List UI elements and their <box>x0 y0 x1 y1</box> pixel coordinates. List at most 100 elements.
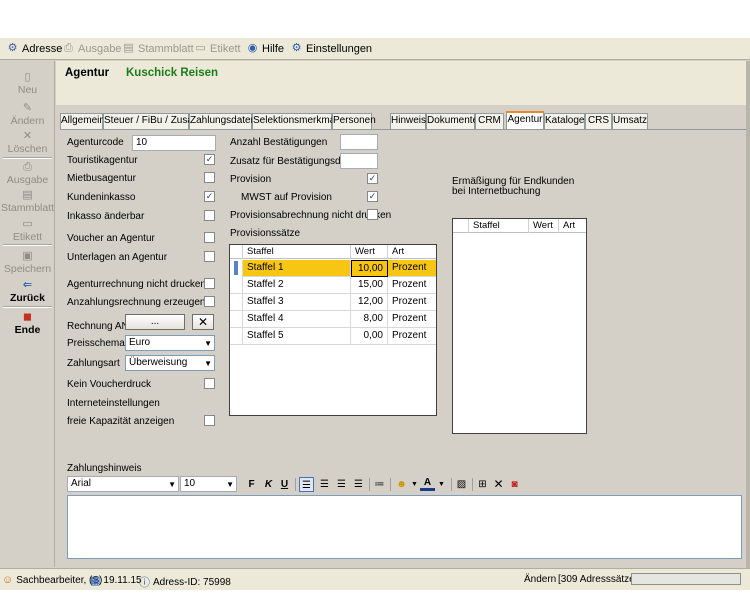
menu-ausgabe[interactable]: ⎙ Ausgabe <box>62 42 121 55</box>
cell-wert[interactable]: 8,00 <box>351 311 388 328</box>
table-row[interactable]: Staffel 5 0,00 Prozent <box>230 328 436 345</box>
edit-button[interactable]: ✎ Ändern <box>0 102 55 127</box>
rechnung-an-label: Rechnung AN <box>67 321 129 332</box>
justify-button[interactable]: ☰ <box>351 477 366 492</box>
table-row[interactable]: Staffel 4 8,00 Prozent <box>230 311 436 328</box>
cell-wert[interactable]: 15,00 <box>351 277 388 294</box>
italic-button[interactable]: K <box>261 477 276 492</box>
header-art: Art <box>392 246 405 257</box>
agency-code-input[interactable]: 10 <box>132 135 216 151</box>
menu-adresse[interactable]: ⚙ Adresse <box>6 42 63 55</box>
touristik-checkbox[interactable]: ✓ <box>204 154 215 165</box>
zahlungshinweis-editor[interactable] <box>67 495 742 559</box>
kein-voucher-label: Kein Voucherdruck <box>67 379 151 390</box>
align-right-button[interactable]: ☰ <box>334 477 349 492</box>
table-row[interactable]: Staffel 1 10,00 Prozent <box>230 260 436 277</box>
agency-code-label: Agenturcode <box>67 137 124 148</box>
tab-umsatz[interactable]: Umsatz <box>612 113 648 129</box>
align-center-icon: ☰ <box>320 479 329 490</box>
kundeninkasso-checkbox[interactable]: ✓ <box>204 191 215 202</box>
anzahl-input[interactable] <box>340 134 378 150</box>
help-icon: ◉ <box>247 42 258 54</box>
menu-etikett[interactable]: ▭ Etikett <box>194 42 240 55</box>
eraser-icon: ◙ <box>511 479 518 490</box>
agrechnung-checkbox[interactable] <box>204 278 215 289</box>
header-wert: Wert <box>529 219 559 233</box>
menu-stammblatt[interactable]: ▤ Stammblatt <box>122 42 193 55</box>
row-indicator <box>230 277 243 294</box>
smiley-icon: ☻ <box>396 479 407 490</box>
menu-hilfe[interactable]: ◉ Hilfe <box>246 42 284 55</box>
toolbar-separator <box>451 478 452 491</box>
bold-button[interactable]: F <box>244 477 259 492</box>
end-button[interactable]: ◼ Ende <box>0 311 55 336</box>
font-family-select[interactable]: Arial ▼ <box>67 476 179 492</box>
save-button[interactable]: ▣ Speichern <box>0 250 55 275</box>
header-staffel: Staffel <box>243 245 351 259</box>
provision-checkbox[interactable]: ✓ <box>367 173 378 184</box>
font-color-button[interactable]: A <box>420 477 435 491</box>
zahlungsart-select[interactable]: Überweisung ▼ <box>125 355 215 371</box>
underline-button[interactable]: U <box>277 477 292 492</box>
delete-button[interactable]: ✕ Löschen <box>0 130 55 155</box>
rechnung-an-browse-button[interactable]: ... <box>125 314 185 330</box>
provision-label: Provision <box>230 174 272 185</box>
rechnung-an-clear-button[interactable]: ✕ <box>192 314 214 330</box>
label-icon: ▭ <box>22 218 33 230</box>
font-color-dropdown[interactable]: ▼ <box>434 477 449 492</box>
freie-kap-checkbox[interactable] <box>204 415 215 426</box>
insert-table-button[interactable]: ⊞ <box>475 477 490 492</box>
back-button[interactable]: ⇐ Zurück <box>0 279 55 304</box>
master-sheet-button[interactable]: ▤ Stammblatt <box>0 189 55 214</box>
tab-kataloge[interactable]: Kataloge <box>544 113 585 129</box>
cell-wert[interactable]: 0,00 <box>351 328 388 345</box>
settings-icon: ⚙ <box>291 42 302 54</box>
cell-staffel: Staffel 5 <box>243 328 351 345</box>
tab-personen[interactable]: Personen <box>332 113 376 129</box>
menu-einstellungen[interactable]: ⚙ Einstellungen <box>290 42 373 55</box>
cell-wert[interactable]: 10,00 <box>351 260 388 277</box>
tab-crs[interactable]: CRS <box>585 113 612 129</box>
cell-wert[interactable]: 12,00 <box>351 294 388 311</box>
bullet-list-button[interactable]: ≔ <box>372 477 387 492</box>
unterlagen-checkbox[interactable] <box>204 251 215 262</box>
zusatz-input[interactable] <box>340 153 378 169</box>
row-indicator-header <box>230 245 243 259</box>
close-icon: ✕ <box>197 315 209 329</box>
cell-staffel: Staffel 3 <box>243 294 351 311</box>
touristik-label: Touristikagentur <box>67 155 138 166</box>
mwst-checkbox[interactable]: ✓ <box>367 191 378 202</box>
font-size-select[interactable]: 10 ▼ <box>180 476 237 492</box>
tab-selektionsmerkmale[interactable]: Selektionsmerkmale <box>252 113 343 129</box>
kein-voucher-checkbox[interactable] <box>204 378 215 389</box>
tab-zahlungsdaten[interactable]: Zahlungsdaten <box>189 113 256 129</box>
output-button[interactable]: ⎙ Ausgabe <box>0 161 55 186</box>
image-icon: ▨ <box>456 479 467 490</box>
tab-crm[interactable]: CRM <box>475 113 504 129</box>
align-center-button[interactable]: ☰ <box>317 477 332 492</box>
tab-hinweis[interactable]: Hinweis <box>390 113 426 129</box>
provision-table: Staffel Wert Art Staffel 1 10,00 Prozent… <box>229 244 437 416</box>
row-indicator <box>230 328 243 345</box>
tab-steuer[interactable]: Steuer / FiBu / Zusatz <box>103 113 201 129</box>
insert-image-button[interactable]: ▨ <box>454 477 469 492</box>
tab-dokumente[interactable]: Dokumente <box>426 113 478 129</box>
anzahlung-checkbox[interactable] <box>204 296 215 307</box>
tab-agentur[interactable]: Agentur <box>506 111 544 129</box>
table-row[interactable]: Staffel 3 12,00 Prozent <box>230 294 436 311</box>
delete-content-button[interactable]: ✕ <box>491 477 506 492</box>
inkasso-checkbox[interactable] <box>204 210 215 221</box>
prov-abrechnung-checkbox[interactable] <box>367 209 378 220</box>
tab-allgemein[interactable]: Allgemein <box>60 113 105 129</box>
align-left-button[interactable]: ☰ <box>299 477 314 492</box>
exit-icon: ◼ <box>22 311 33 323</box>
voucher-checkbox[interactable] <box>204 232 215 243</box>
table-row[interactable]: Staffel 2 15,00 Prozent <box>230 277 436 294</box>
label-button[interactable]: ▭ Etikett <box>0 218 55 243</box>
header-staffel: Staffel <box>469 219 529 233</box>
edit-icon: ✎ <box>22 102 33 114</box>
clear-format-button[interactable]: ◙ <box>507 477 522 492</box>
new-button[interactable]: ▯ Neu <box>0 71 55 96</box>
preisschema-select[interactable]: Euro ▼ <box>125 335 215 351</box>
mietbus-checkbox[interactable] <box>204 172 215 183</box>
